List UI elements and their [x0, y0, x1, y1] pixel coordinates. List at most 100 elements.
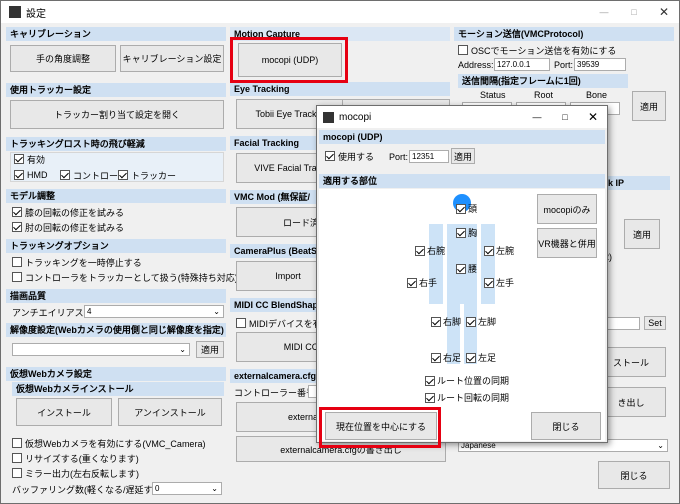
maximize-icon[interactable]: □: [551, 112, 579, 122]
mirror-checkbox[interactable]: ミラー出力(左右反転します): [12, 467, 139, 479]
checkbox-label: トラッカー: [131, 170, 177, 181]
highlight-center-button: [319, 407, 441, 448]
set-button[interactable]: Set: [644, 316, 666, 330]
checkbox-icon[interactable]: [407, 277, 417, 288]
calibration-settings-button[interactable]: キャリブレーション設定: [120, 45, 224, 72]
checkbox-icon[interactable]: [466, 352, 476, 363]
checkbox-icon[interactable]: [12, 257, 22, 267]
root-rotation-checkbox[interactable]: ルート回転の同期: [425, 391, 509, 404]
right-apply-button[interactable]: 適用: [624, 219, 660, 249]
resolution-apply-button[interactable]: 適用: [196, 341, 224, 358]
right-arm-checkbox[interactable]: 右腕: [415, 244, 445, 257]
checkbox-icon[interactable]: [484, 277, 494, 288]
webcam-install-button[interactable]: インストール: [16, 398, 112, 426]
app-icon: [9, 6, 21, 18]
controller-checkbox[interactable]: コントローラ: [60, 169, 127, 181]
dialog-close-button[interactable]: 閉じる: [531, 412, 601, 440]
mocopi-only-button[interactable]: mocopiのみ: [537, 194, 597, 224]
checkbox-icon[interactable]: [456, 227, 466, 238]
checkbox-icon[interactable]: [466, 316, 476, 327]
checkbox-icon[interactable]: [425, 392, 435, 403]
checkbox-icon[interactable]: [415, 245, 425, 256]
right-hand-checkbox[interactable]: 右手: [407, 276, 437, 289]
waist-checkbox[interactable]: 腰: [456, 262, 477, 275]
body-right-arm: [481, 224, 495, 304]
body-left-arm: [429, 224, 443, 304]
tracker-checkbox[interactable]: トラッカー: [118, 169, 176, 181]
close-icon[interactable]: ✕: [579, 110, 607, 124]
checkbox-label: 左腕: [496, 246, 515, 256]
checkbox-icon[interactable]: [236, 318, 246, 328]
left-arm-checkbox[interactable]: 左腕: [484, 244, 514, 257]
minimize-icon[interactable]: —: [589, 7, 619, 17]
checkbox-label: 右手: [419, 278, 438, 288]
chevron-down-icon: ⌄: [213, 307, 220, 316]
elbow-checkbox[interactable]: 肘の回転の修正を試みる: [12, 221, 124, 233]
checkbox-icon[interactable]: [456, 203, 466, 214]
left-leg-checkbox[interactable]: 左脚: [466, 315, 496, 328]
port-input[interactable]: 39539: [574, 58, 626, 71]
checkbox-label: ルート回転の同期: [437, 393, 510, 403]
head-checkbox[interactable]: 頭: [456, 202, 477, 215]
address-row: Address:: [458, 59, 494, 71]
checkbox-icon[interactable]: [325, 151, 335, 161]
chest-checkbox[interactable]: 胸: [456, 226, 477, 239]
resolution-select[interactable]: ⌄: [12, 343, 190, 356]
checkbox-label: 胸: [468, 228, 478, 238]
address-input[interactable]: 127.0.0.1: [494, 58, 550, 71]
root-position-checkbox[interactable]: ルート位置の同期: [425, 374, 509, 387]
resize-checkbox[interactable]: リサイズする(重くなります): [12, 452, 139, 464]
dialog-port-input[interactable]: 12351: [409, 150, 449, 163]
minimize-icon[interactable]: —: [523, 112, 551, 122]
checkbox-icon[interactable]: [456, 263, 466, 274]
dialog-port-apply-button[interactable]: 適用: [451, 148, 475, 164]
checkbox-icon[interactable]: [431, 316, 441, 327]
webcam-enable-checkbox[interactable]: 仮想Webカメラを有効にする(VMC_Camera): [12, 437, 205, 449]
main-close-button[interactable]: 閉じる: [598, 461, 670, 489]
left-column: キャリブレーション 手の角度調整 キャリブレーション設定 使用トラッカー設定 ト…: [6, 27, 238, 497]
pause-tracking-checkbox[interactable]: トラッキングを一時停止する: [12, 256, 142, 268]
checkbox-icon[interactable]: [12, 222, 22, 232]
set-input[interactable]: [604, 317, 640, 330]
checkbox-icon[interactable]: [458, 45, 468, 55]
checkbox-icon[interactable]: [12, 438, 22, 448]
hmd-checkbox[interactable]: HMD: [14, 169, 48, 181]
buffering-select[interactable]: 0 ⌄: [152, 482, 222, 495]
right-leg-checkbox[interactable]: 右脚: [431, 315, 461, 328]
right-foot-checkbox[interactable]: 右足: [431, 351, 461, 364]
model-header: モデル調整: [6, 189, 226, 203]
knee-checkbox[interactable]: 膝の回転の修正を試みる: [12, 206, 124, 218]
checkbox-label: 右足: [443, 353, 462, 363]
checkbox-icon[interactable]: [431, 352, 441, 363]
osc-checkbox[interactable]: OSCでモーション送信を有効にする: [458, 44, 616, 56]
buffering-label: バッファリング数(軽くなる/遅延する) :: [12, 484, 170, 495]
checkbox-icon[interactable]: [484, 245, 494, 256]
checkbox-icon[interactable]: [14, 170, 24, 180]
lost-enabled-checkbox[interactable]: 有効: [14, 153, 45, 165]
checkbox-label: 有効: [27, 154, 46, 165]
checkbox-icon[interactable]: [12, 207, 22, 217]
checkbox-icon[interactable]: [12, 272, 22, 282]
checkbox-icon[interactable]: [14, 154, 24, 164]
checkbox-icon[interactable]: [12, 468, 22, 478]
checkbox-icon[interactable]: [12, 453, 22, 463]
left-foot-checkbox[interactable]: 左足: [466, 351, 496, 364]
left-hand-checkbox[interactable]: 左手: [484, 276, 514, 289]
antialias-select[interactable]: 4 ⌄: [84, 305, 224, 318]
checkbox-icon[interactable]: [118, 170, 128, 180]
checkbox-icon[interactable]: [425, 375, 435, 386]
checkbox-icon[interactable]: [60, 170, 70, 180]
dialog-port-label: Port:: [389, 152, 409, 162]
use-checkbox[interactable]: 使用する: [325, 150, 374, 162]
quality-header: 描画品質: [6, 289, 226, 303]
hand-angle-button[interactable]: 手の角度調整: [10, 45, 116, 72]
vr-combined-button[interactable]: VR機器と併用: [537, 228, 597, 258]
mocopi-dialog: mocopi — □ ✕ mocopi (UDP) 使用する Port: 123…: [316, 105, 608, 443]
maximize-icon[interactable]: □: [619, 7, 649, 17]
close-icon[interactable]: ✕: [649, 5, 679, 19]
interval-apply-button[interactable]: 適用: [632, 91, 666, 121]
ctrl-as-tracker-checkbox[interactable]: コントローラをトラッカーとして扱う(特殊持ち対応): [12, 271, 238, 283]
checkbox-label: HMD: [27, 170, 48, 180]
webcam-uninstall-button[interactable]: アンインストール: [118, 398, 222, 426]
tracker-assign-button[interactable]: トラッカー割り当て設定を開く: [10, 100, 224, 129]
